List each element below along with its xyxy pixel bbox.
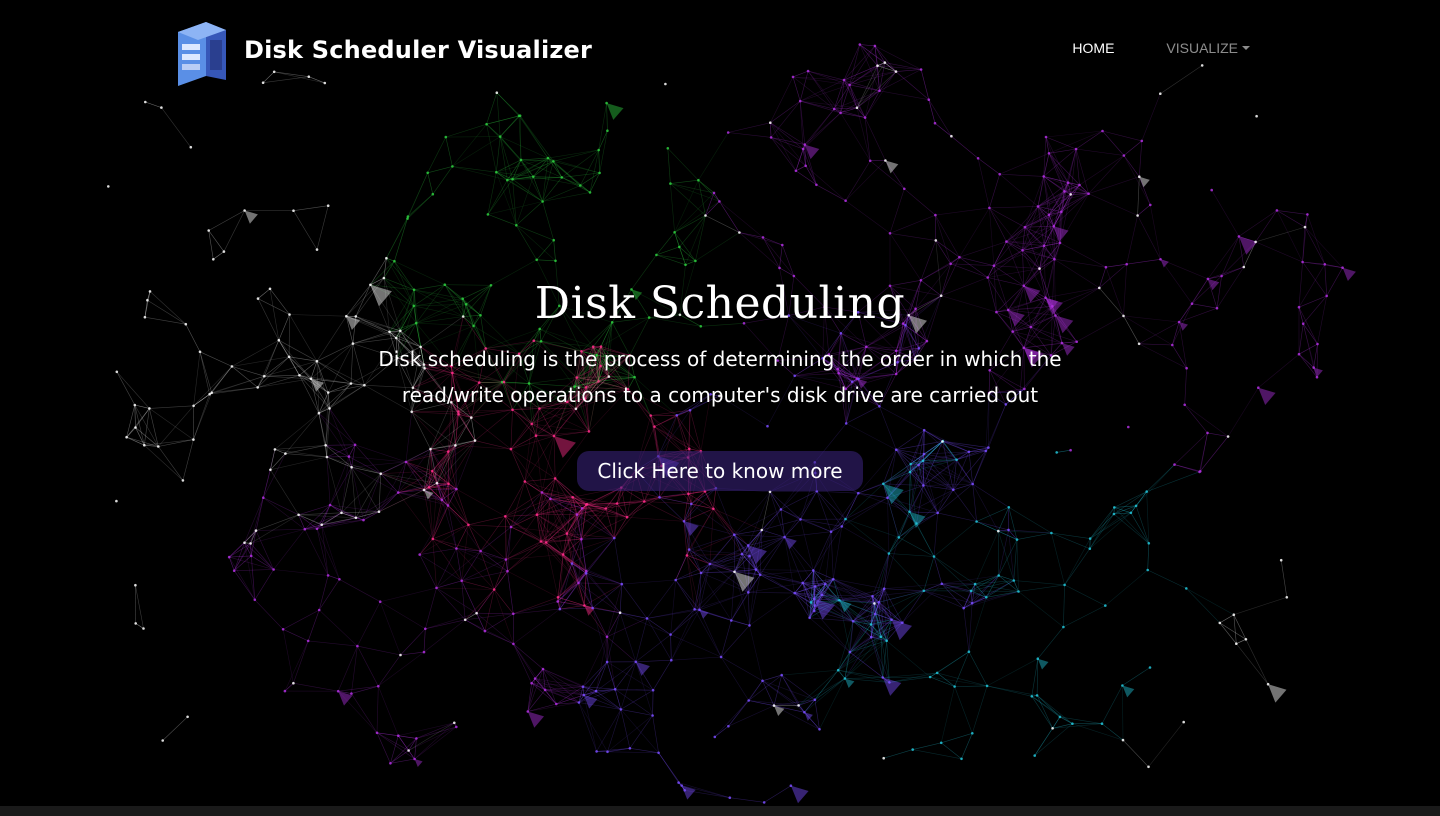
hero-title: Disk Scheduling: [534, 278, 906, 329]
nav-visualize-dropdown[interactable]: VISUALIZE: [1166, 40, 1250, 56]
navbar: Disk Scheduler Visualizer HOME VISUALIZE: [0, 0, 1440, 100]
hero-description: Disk scheduling is the process of determ…: [378, 347, 1062, 407]
know-more-button[interactable]: Click Here to know more: [577, 451, 863, 491]
nav-links: HOME VISUALIZE: [1072, 40, 1250, 56]
bottom-bar: [0, 806, 1440, 816]
caret-down-icon: [1242, 46, 1250, 50]
nav-home-link[interactable]: HOME: [1072, 40, 1114, 56]
landing-page: Disk Scheduler Visualizer HOME VISUALIZE…: [0, 0, 1440, 816]
nav-visualize-label: VISUALIZE: [1166, 40, 1238, 56]
hero-section: Disk Scheduling Disk scheduling is the p…: [0, 278, 1440, 491]
brand-link[interactable]: Disk Scheduler Visualizer: [172, 10, 592, 90]
disk-server-icon: [178, 22, 226, 86]
brand-name: Disk Scheduler Visualizer: [244, 36, 593, 64]
